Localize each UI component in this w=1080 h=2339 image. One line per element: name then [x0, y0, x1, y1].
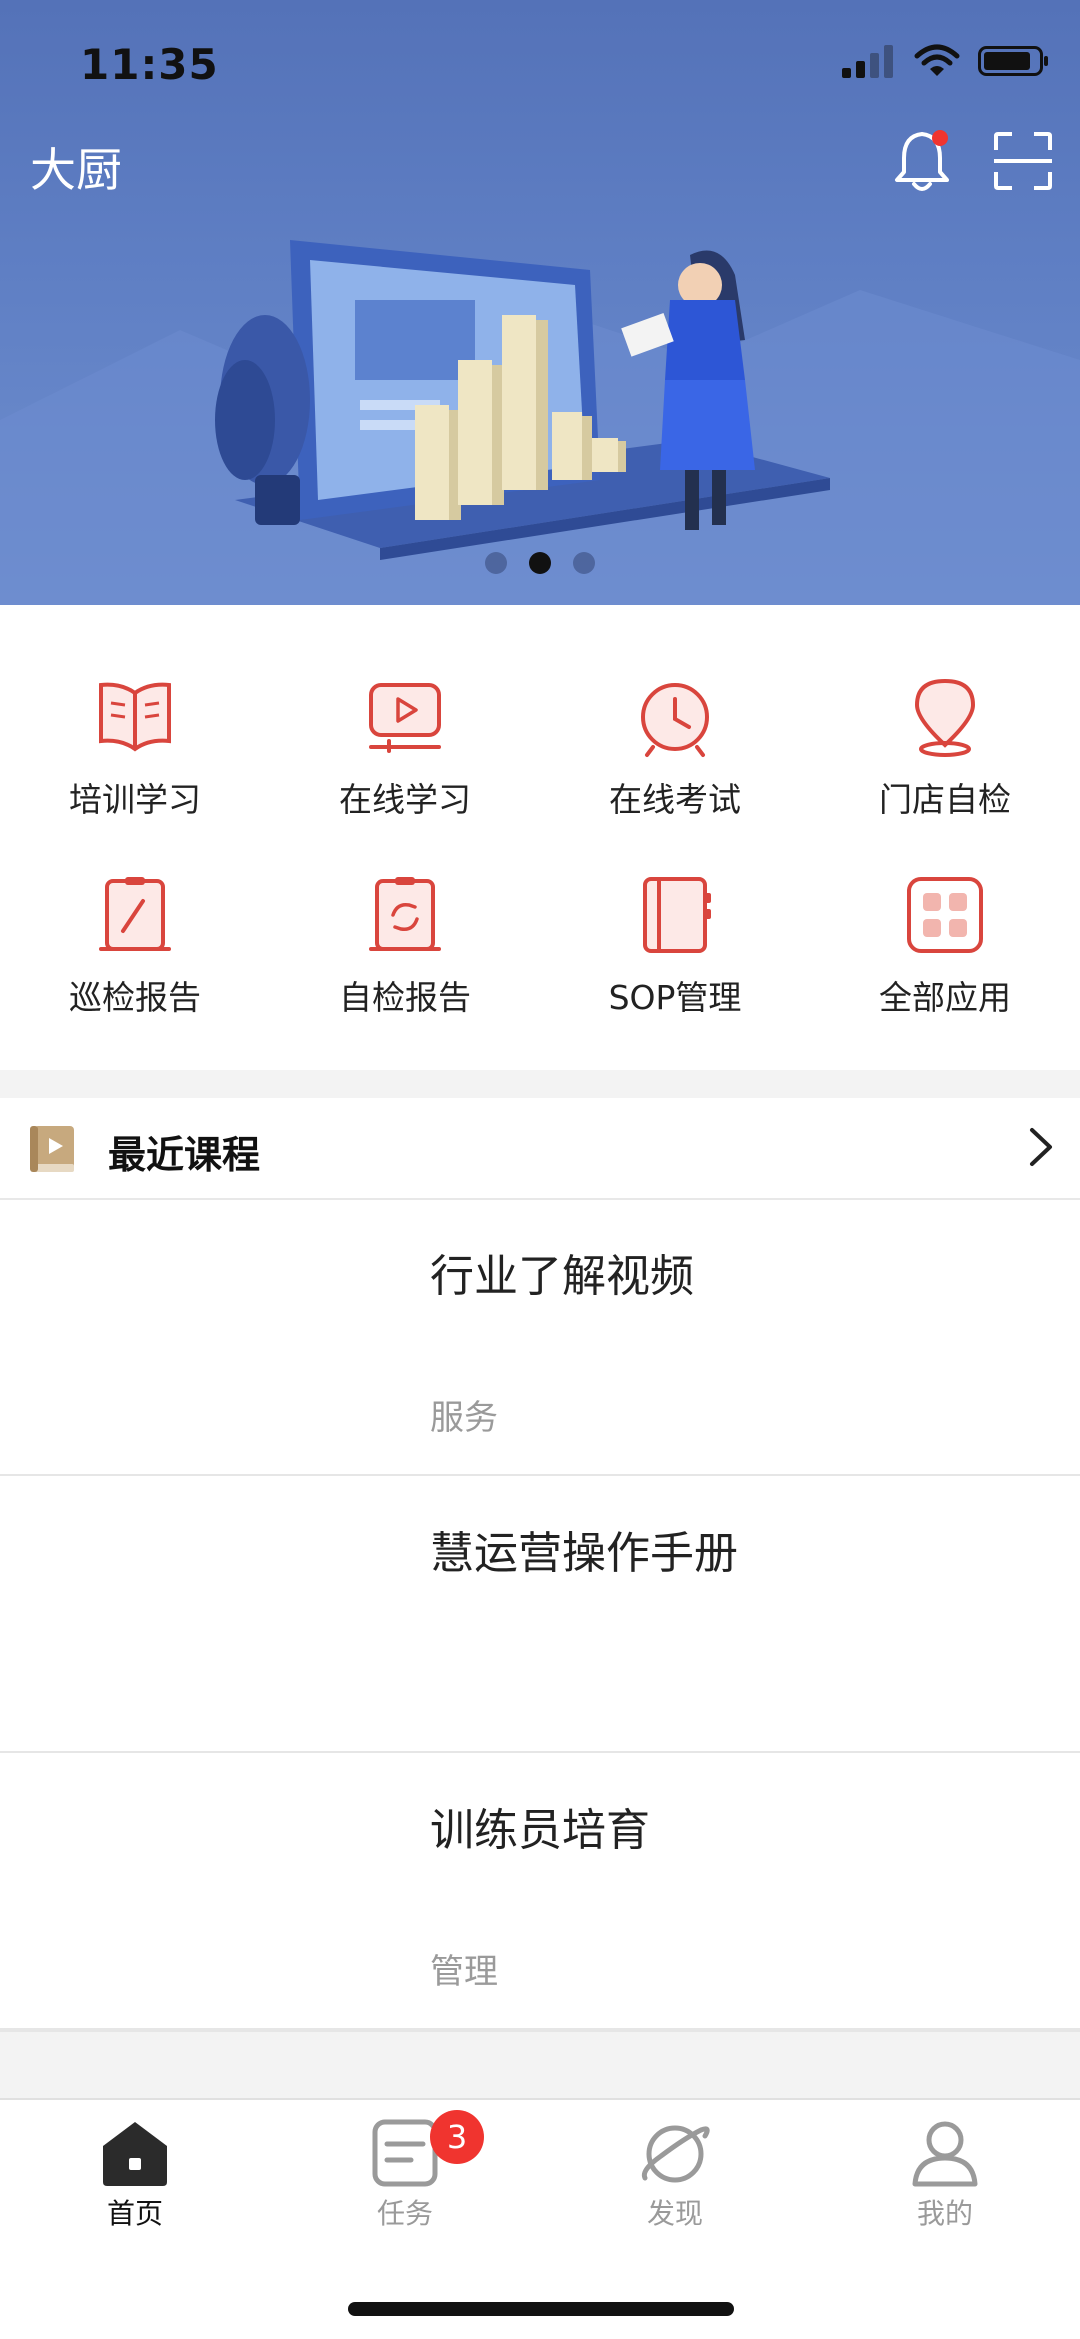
- banner-pagination: [0, 552, 1080, 574]
- pagination-dot-active[interactable]: [529, 552, 551, 574]
- tab-label: 我的: [916, 2197, 973, 2230]
- app-label: 在线学习: [339, 780, 471, 819]
- app-label: 在线考试: [609, 780, 741, 819]
- location-pin-icon: [914, 678, 976, 757]
- course-title: 行业了解视频: [430, 1251, 694, 1302]
- notebook-icon: [643, 877, 711, 953]
- quick-app-grid: 培训学习 在线学习 在线考试 门店自检 巡检报告 自检报告 SOP管理 全部应用: [0, 605, 1080, 1070]
- app-sop-management[interactable]: SOP管理: [540, 873, 810, 1023]
- task-badge: 3: [430, 2110, 484, 2164]
- recent-courses-header[interactable]: 最近课程: [0, 1098, 1080, 1200]
- app-online-exam[interactable]: 在线考试: [540, 675, 810, 825]
- tab-discover[interactable]: 发现: [540, 2118, 810, 2238]
- app-training-study[interactable]: 培训学习: [0, 675, 270, 825]
- section-title: 最近课程: [108, 1133, 261, 1177]
- tab-label: 任务: [376, 2197, 433, 2230]
- notification-button[interactable]: [887, 126, 957, 196]
- banner-illustration: [0, 240, 1080, 605]
- hero-banner[interactable]: 11:35 大厨: [0, 0, 1080, 605]
- app-label: 自检报告: [339, 978, 471, 1017]
- app-store-self-check[interactable]: 门店自检: [810, 675, 1080, 825]
- app-inspection-report[interactable]: 巡检报告: [0, 873, 270, 1023]
- signal-icon: [842, 45, 893, 78]
- course-tag: 服务: [430, 1398, 498, 1438]
- app-label: SOP管理: [608, 978, 742, 1017]
- planet-icon: [641, 2125, 710, 2183]
- section-divider: [0, 1070, 1080, 1098]
- app-label: 全部应用: [879, 978, 1011, 1017]
- wifi-icon: [914, 44, 960, 76]
- status-icons: [842, 44, 1050, 78]
- course-item[interactable]: 慧运营操作手册: [0, 1477, 1080, 1753]
- open-book-icon: [99, 682, 171, 752]
- app-title: 大厨: [30, 143, 122, 197]
- course-book-icon: [30, 1126, 74, 1172]
- pagination-dot[interactable]: [485, 552, 507, 574]
- tab-home[interactable]: 首页: [0, 2118, 270, 2238]
- home-indicator: [348, 2302, 734, 2316]
- course-tag: 管理: [430, 1952, 498, 1992]
- scan-icon: [994, 132, 1052, 190]
- app-online-study[interactable]: 在线学习: [270, 675, 540, 825]
- app-label: 培训学习: [69, 780, 201, 819]
- chevron-right-icon[interactable]: [1022, 1124, 1058, 1170]
- tab-task[interactable]: 3 任务: [270, 2110, 540, 2238]
- pagination-dot[interactable]: [573, 552, 595, 574]
- grid-apps-icon: [907, 877, 983, 953]
- play-screen-icon: [369, 683, 441, 753]
- user-icon: [912, 2121, 978, 2187]
- app-label: 门店自检: [879, 780, 1011, 819]
- bell-icon: [895, 130, 949, 191]
- status-time: 11:35: [80, 40, 219, 89]
- course-item[interactable]: 行业了解视频 服务: [0, 1200, 1080, 1476]
- scan-button[interactable]: [988, 126, 1058, 196]
- list-bottom-spacer: [0, 2030, 1080, 2098]
- tab-label: 首页: [106, 2197, 163, 2230]
- course-item[interactable]: 训练员培育 管理: [0, 1754, 1080, 2030]
- course-title: 慧运营操作手册: [430, 1528, 738, 1579]
- app-all-apps[interactable]: 全部应用: [810, 873, 1080, 1023]
- alarm-clock-icon: [641, 683, 709, 757]
- battery-icon: [978, 46, 1048, 76]
- tab-mine[interactable]: 我的: [810, 2118, 1080, 2238]
- home-icon: [103, 2122, 167, 2186]
- clipboard-cycle-icon: [369, 877, 441, 951]
- app-label: 巡检报告: [69, 978, 201, 1017]
- clipboard-pen-icon: [99, 877, 171, 951]
- tab-label: 发现: [646, 2197, 703, 2230]
- app-self-check-report[interactable]: 自检报告: [270, 873, 540, 1023]
- course-title: 训练员培育: [430, 1805, 650, 1856]
